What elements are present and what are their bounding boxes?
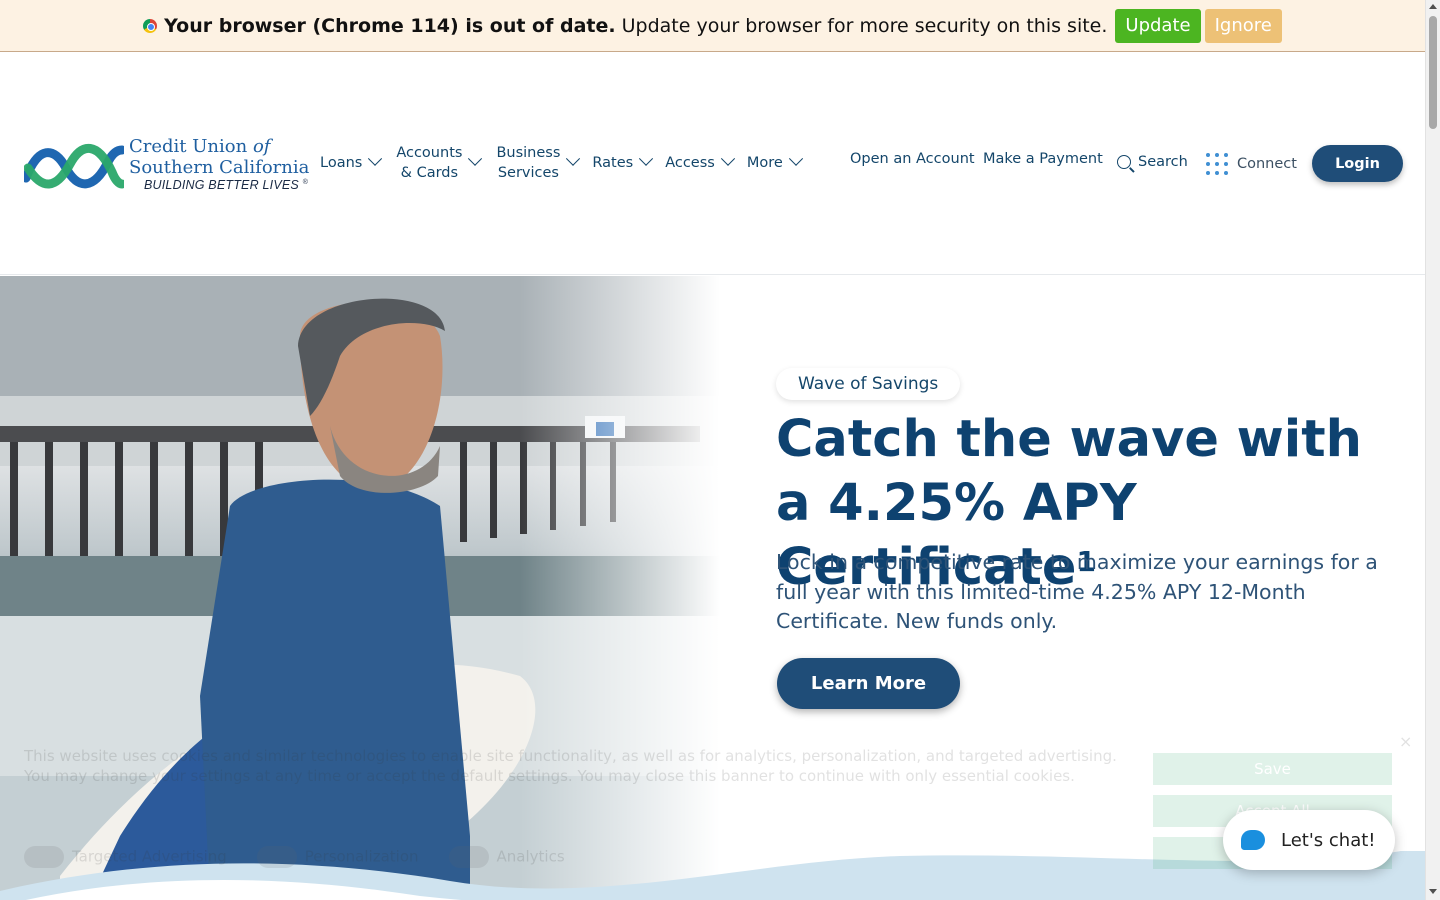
main-nav: Loans Accounts & Cards Business Services R… [320, 143, 815, 183]
hero-description: Lock in a competitive rate to maximize y… [776, 550, 1378, 633]
login-button[interactable]: Login [1312, 145, 1403, 182]
cookie-toggles: Targeted Advertising Personalization Ana… [24, 846, 565, 868]
chat-label: Let's chat! [1281, 829, 1376, 851]
site-logo[interactable]: Credit Union of Southern California BUIL… [24, 136, 309, 196]
ignore-button[interactable]: Ignore [1204, 8, 1282, 43]
nav-accounts-cards[interactable]: Accounts & Cards [396, 143, 483, 183]
chevron-down-icon [639, 151, 654, 166]
site-header: Credit Union of Southern California BUIL… [0, 53, 1425, 275]
cookie-save-button[interactable]: Save [1153, 753, 1392, 785]
nav-more[interactable]: More [747, 151, 803, 173]
open-account-link[interactable]: Open an Account [850, 151, 975, 167]
toggle-advertising[interactable]: Targeted Advertising [24, 846, 227, 868]
learn-more-button[interactable]: Learn More [777, 658, 960, 709]
toggle-analytics[interactable]: Analytics [448, 846, 565, 868]
connect-button[interactable]: Connect [1206, 153, 1297, 175]
cookie-message: This website uses cookies and similar te… [24, 747, 1117, 785]
nav-business-services[interactable]: Business Services [496, 143, 581, 183]
page-scrollbar[interactable] [1425, 0, 1440, 900]
grid-dots-icon [1206, 153, 1228, 175]
cookie-close-icon[interactable]: × [1399, 732, 1412, 751]
wave-logo-icon [24, 143, 124, 189]
search-label: Search [1138, 154, 1188, 170]
chevron-down-icon [566, 151, 581, 166]
chevron-down-icon [788, 151, 803, 166]
scroll-up-arrow-icon[interactable] [1429, 4, 1437, 9]
update-browser-button[interactable]: Update [1115, 8, 1201, 43]
cookie-banner: This website uses cookies and similar te… [0, 718, 1425, 900]
nav-access[interactable]: Access [665, 151, 735, 173]
search-icon [1117, 155, 1131, 169]
outdated-browser-message: Your browser (Chrome 114) is out of date… [164, 14, 1108, 37]
toggle-switch[interactable] [256, 846, 297, 868]
scroll-down-arrow-icon[interactable] [1429, 889, 1437, 894]
scrollbar-thumb[interactable] [1429, 16, 1437, 129]
nav-loans[interactable]: Loans [320, 151, 383, 173]
chat-widget[interactable]: Let's chat! [1223, 810, 1395, 870]
outdated-browser-banner: Your browser (Chrome 114) is out of date… [0, 0, 1425, 52]
chevron-down-icon [468, 151, 483, 166]
make-payment-link[interactable]: Make a Payment [983, 151, 1103, 167]
nav-rates[interactable]: Rates [592, 151, 654, 173]
chat-bubble-icon [1241, 830, 1265, 850]
logo-tagline: BUILDING BETTER LIVES ® [144, 178, 308, 192]
logo-name: Credit Union of Southern California [129, 136, 310, 178]
hero-eyebrow: Wave of Savings [776, 368, 961, 400]
toggle-switch[interactable] [24, 846, 64, 868]
toggle-switch[interactable] [448, 846, 489, 868]
chrome-icon [143, 18, 158, 33]
chevron-down-icon [720, 151, 735, 166]
toggle-personalization[interactable]: Personalization [256, 846, 419, 868]
connect-label: Connect [1237, 156, 1297, 172]
search-button[interactable]: Search [1117, 154, 1188, 170]
chevron-down-icon [368, 151, 383, 166]
